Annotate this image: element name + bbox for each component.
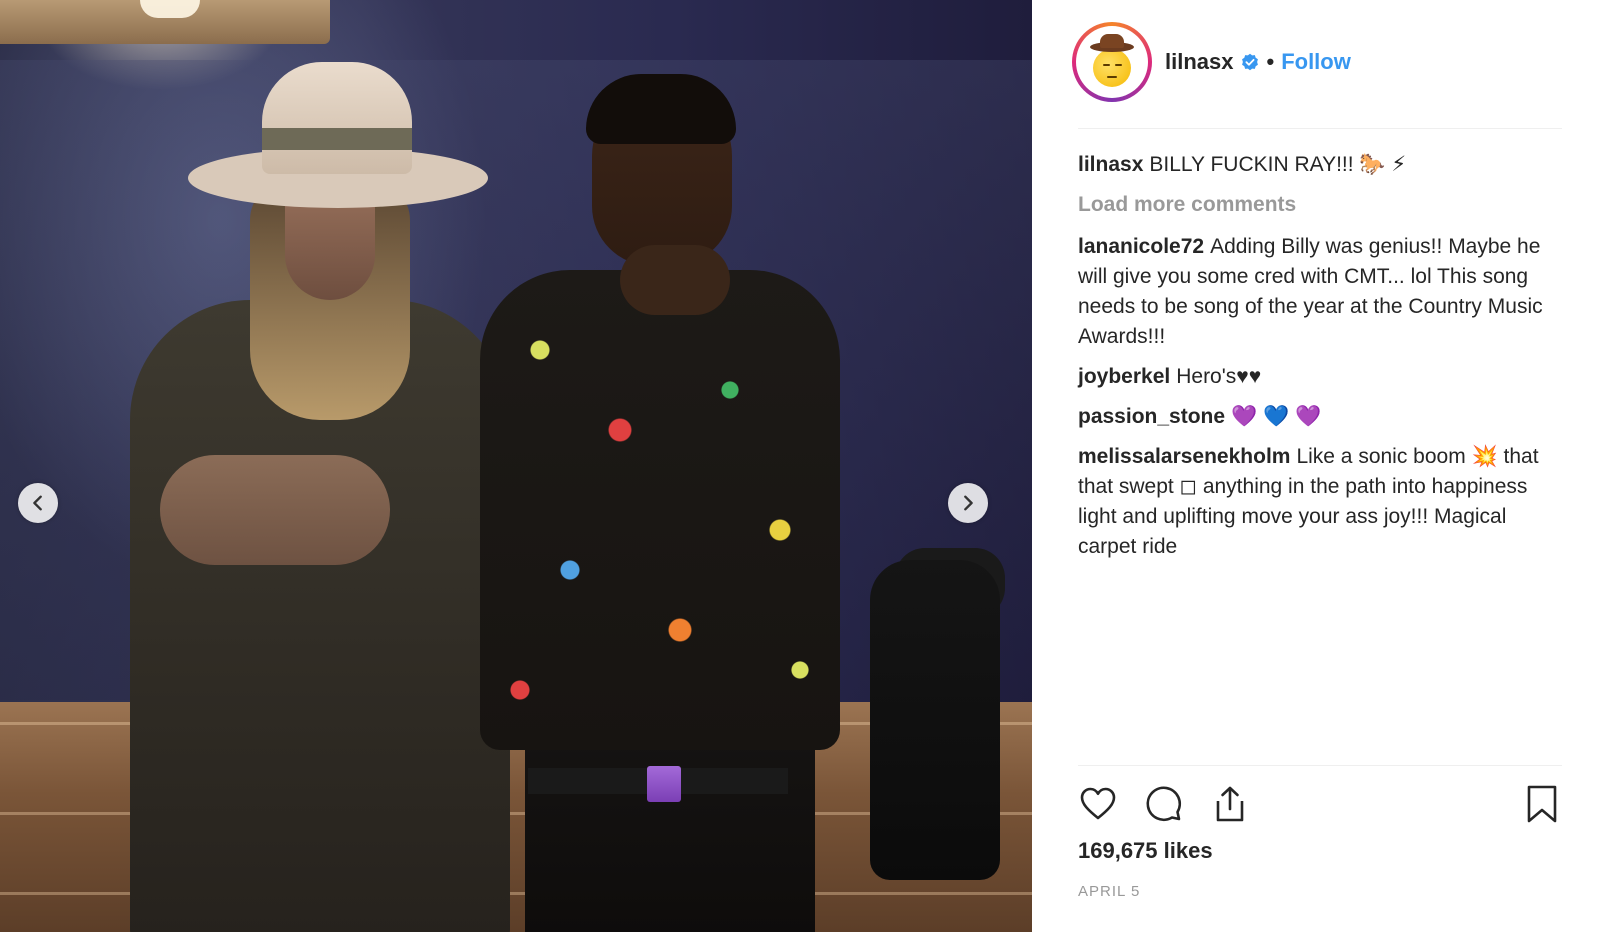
post-photo[interactable] [0,0,1032,932]
bookmark-icon [1527,785,1557,823]
share-button[interactable] [1210,784,1250,824]
comment-item: lananicole72 Adding Billy was genius!! Ma… [1078,232,1562,352]
share-icon [1216,786,1244,822]
caption-username[interactable]: lilnasx [1078,153,1143,176]
load-more-comments-button[interactable]: Load more comments [1078,190,1562,220]
separator-dot: • [1266,49,1275,74]
chevron-left-icon [33,495,42,511]
chevron-right-icon [964,495,973,511]
avatar[interactable] [1072,22,1152,102]
person-right-hair [586,74,736,144]
save-button[interactable] [1522,784,1562,824]
cowboy-hat-crown [262,62,412,174]
comments-list: lilnasx BILLY FUCKIN RAY!!! 🐎 ⚡ Load more… [1078,150,1562,572]
caption-text: BILLY FUCKIN RAY!!! 🐎 ⚡ [1149,153,1407,176]
belt-buckle [647,766,681,802]
comment-username[interactable]: melissalarsenekholm [1078,445,1290,468]
comment-bubble-icon [1146,786,1182,822]
header-username[interactable]: lilnasx [1165,49,1233,75]
person-right-jacket [480,270,840,750]
comment-item: joyberkel Hero's♥♥ [1078,362,1562,392]
post-date[interactable]: APRIL 5 [1078,883,1140,900]
comment-username[interactable]: lananicole72 [1078,235,1204,258]
cowboy-hat-band [262,128,412,150]
follow-button[interactable]: Follow [1281,49,1351,75]
comment-button[interactable] [1144,784,1184,824]
comment-text: 💜 💙 💜 [1231,405,1322,428]
comment-item: passion_stone 💜 💙 💜 [1078,402,1562,432]
post-sidebar: lilnasx • Follow lilnasx BILLY FUCKIN RAY… [1032,0,1600,932]
cowboy-emoji-avatar [1084,34,1140,90]
like-button[interactable] [1078,784,1118,824]
comment-username[interactable]: joyberkel [1078,365,1170,388]
studio-chair [870,560,1000,880]
likes-count[interactable]: 169,675 likes [1078,838,1213,864]
person-right-hand [620,245,730,315]
divider [1078,765,1562,766]
ceiling-light [140,0,200,18]
heart-icon [1080,787,1116,820]
instagram-post: lilnasx • Follow lilnasx BILLY FUCKIN RAY… [0,0,1600,932]
comment-text: Hero's♥♥ [1176,365,1262,388]
comment-item: melissalarsenekholm Like a sonic boom 💥 t… [1078,442,1562,562]
person-left-arms [160,455,390,565]
caption: lilnasx BILLY FUCKIN RAY!!! 🐎 ⚡ [1078,150,1562,180]
action-bar [1078,783,1562,825]
comment-username[interactable]: passion_stone [1078,405,1225,428]
verified-badge-icon [1241,53,1259,71]
post-header: lilnasx • Follow [1072,22,1562,102]
carousel-next-button[interactable] [948,483,988,523]
divider [1078,128,1562,129]
carousel-prev-button[interactable] [18,483,58,523]
